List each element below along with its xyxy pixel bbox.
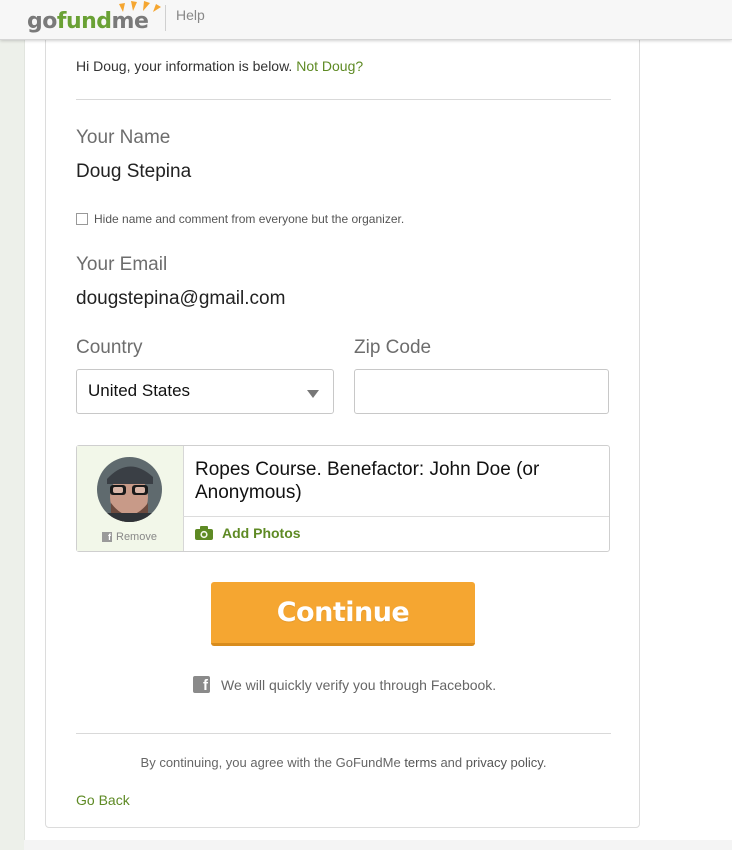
comment-text[interactable]: Ropes Course. Benefactor: John Doe (or A… <box>195 458 595 504</box>
name-label: Your Name <box>76 127 171 148</box>
email-value: dougstepina@gmail.com <box>76 288 286 309</box>
page-background-strip <box>0 0 25 850</box>
country-select[interactable]: United States <box>76 369 334 414</box>
help-link[interactable]: Help <box>176 7 205 23</box>
privacy-policy-link[interactable]: privacy policy <box>466 755 543 770</box>
not-user-link[interactable]: Not Doug? <box>296 58 363 74</box>
chevron-down-icon <box>307 390 319 398</box>
name-value: Doug Stepina <box>76 161 192 182</box>
hide-name-checkbox[interactable] <box>76 213 88 225</box>
page-bottom-background <box>24 840 732 850</box>
add-photos-button[interactable]: Add Photos <box>195 525 301 541</box>
facebook-icon: f <box>102 532 112 542</box>
comment-box: f Remove Ropes Course. Benefactor: John … <box>76 445 610 552</box>
continue-button[interactable]: Continue <box>211 582 475 646</box>
remove-label: Remove <box>116 531 157 543</box>
terms-link[interactable]: terms <box>404 755 437 770</box>
email-label: Your Email <box>76 254 168 275</box>
terms-suffix: . <box>542 755 547 770</box>
avatar-panel: f Remove <box>77 446 184 551</box>
logo-wordmark: gofundme <box>27 9 149 34</box>
terms-prefix: By continuing, you agree with the GoFund… <box>140 755 401 770</box>
zip-label: Zip Code <box>354 337 432 358</box>
remove-photo-link[interactable]: f Remove <box>102 531 157 543</box>
facebook-icon: f <box>193 676 210 694</box>
donation-form-card <box>45 0 640 828</box>
hide-name-label: Hide name and comment from everyone but … <box>94 212 405 226</box>
greeting-text: Hi Doug, your information is below. Not … <box>76 58 363 74</box>
terms-and: and <box>440 755 463 770</box>
country-selected-value: United States <box>88 381 191 400</box>
country-label: Country <box>76 337 143 358</box>
go-back-link[interactable]: Go Back <box>76 792 130 808</box>
verify-text: We will quickly verify you through Faceb… <box>221 676 497 693</box>
greeting-message: Hi Doug, your information is below. <box>76 58 293 74</box>
comment-divider <box>183 516 609 517</box>
zip-code-input[interactable] <box>354 369 609 414</box>
divider <box>76 733 611 734</box>
hide-name-option[interactable]: Hide name and comment from everyone but … <box>76 212 404 226</box>
header-divider <box>165 5 166 31</box>
top-navigation-bar: gofundme Help <box>0 0 732 40</box>
add-photos-label: Add Photos <box>222 525 301 541</box>
avatar <box>97 457 162 522</box>
terms-notice: By continuing, you agree with the GoFund… <box>76 755 611 770</box>
divider <box>76 99 611 100</box>
camera-icon <box>195 526 213 540</box>
facebook-verify-note: f We will quickly verify you through Fac… <box>193 676 497 694</box>
gofundme-logo[interactable]: gofundme <box>27 1 161 36</box>
